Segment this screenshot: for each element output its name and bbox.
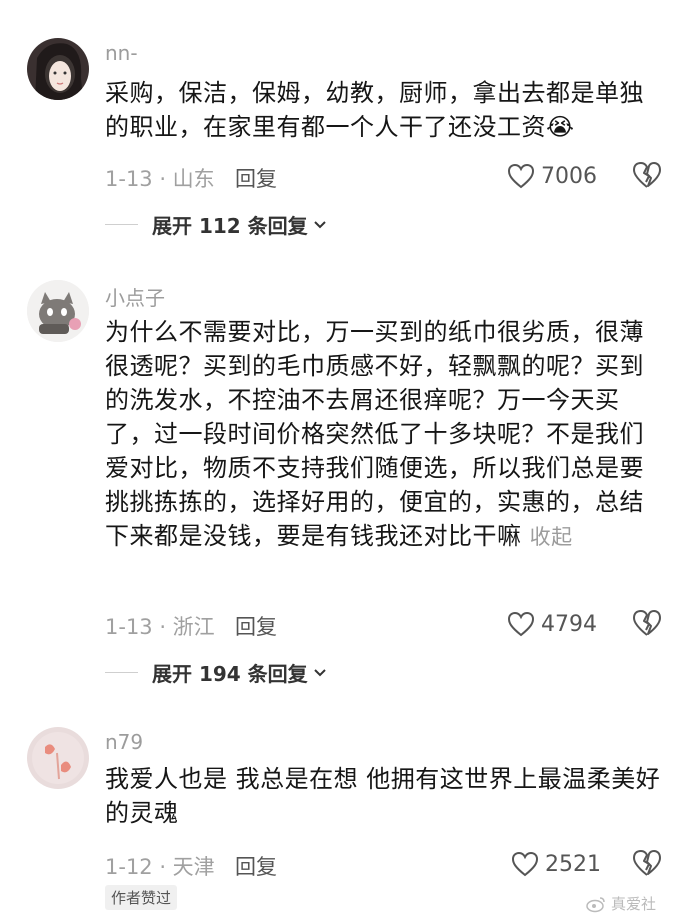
chevron-down-icon: [313, 668, 326, 676]
divider: [105, 224, 138, 225]
author-liked-badge: 作者赞过: [105, 885, 178, 910]
expand-replies[interactable]: 展开 194 条回复: [105, 658, 328, 687]
chevron-down-icon: [313, 220, 326, 228]
weibo-logo-icon: [586, 896, 605, 912]
like-count: 7006: [541, 163, 597, 189]
date-location: 1-13 · 浙江: [105, 615, 215, 639]
reply-button[interactable]: 回复: [235, 851, 277, 881]
comment-text: 采购，保洁，保姆，幼教，厨师，拿出去都是单独的职业，在家里有都一个人干了还没工资…: [105, 76, 665, 144]
like-button[interactable]: 4794: [507, 609, 597, 639]
username[interactable]: 小点子: [105, 282, 165, 311]
reply-button[interactable]: 回复: [235, 611, 277, 641]
avatar[interactable]: [27, 280, 89, 342]
watermark: 真爱社: [585, 893, 656, 914]
watermark-text: 真爱社: [611, 895, 657, 913]
broken-heart-icon: [633, 610, 661, 636]
broken-heart-icon: [633, 162, 661, 188]
heart-icon: [507, 163, 535, 189]
username[interactable]: nn-: [105, 41, 138, 65]
expand-replies-label: 展开 112 条回复: [152, 214, 308, 238]
like-count: 2521: [545, 851, 601, 877]
expand-replies-label: 展开 194 条回复: [152, 662, 308, 686]
avatar[interactable]: [27, 38, 89, 100]
dislike-button[interactable]: [632, 161, 662, 191]
comment-body: 为什么不需要对比，万一买到的纸巾很劣质，很薄很透呢？买到的毛巾质感不好，轻飘飘的…: [105, 318, 644, 550]
like-button[interactable]: 2521: [511, 849, 601, 879]
crying-emoji: 😭: [546, 113, 575, 141]
comment-text: 为什么不需要对比，万一买到的纸巾很劣质，很薄很透呢？买到的毛巾质感不好，轻飘飘的…: [105, 315, 665, 554]
username[interactable]: n79: [105, 730, 143, 754]
dislike-button[interactable]: [632, 609, 662, 639]
reply-button[interactable]: 回复: [235, 163, 277, 193]
like-button[interactable]: 7006: [507, 161, 597, 191]
broken-heart-icon: [633, 850, 661, 876]
heart-icon: [507, 611, 535, 637]
collapse-button[interactable]: 收起: [530, 525, 573, 549]
heart-icon: [511, 851, 539, 877]
dislike-button[interactable]: [632, 849, 662, 879]
divider: [105, 672, 138, 673]
avatar[interactable]: [27, 727, 89, 789]
date-location: 1-12 · 天津: [105, 855, 215, 879]
comment-text: 我爱人也是 我总是在想 他拥有这世界上最温柔美好的灵魂: [105, 765, 661, 827]
like-count: 4794: [541, 611, 597, 637]
date-location: 1-13 · 山东: [105, 167, 215, 191]
expand-replies[interactable]: 展开 112 条回复: [105, 210, 328, 239]
